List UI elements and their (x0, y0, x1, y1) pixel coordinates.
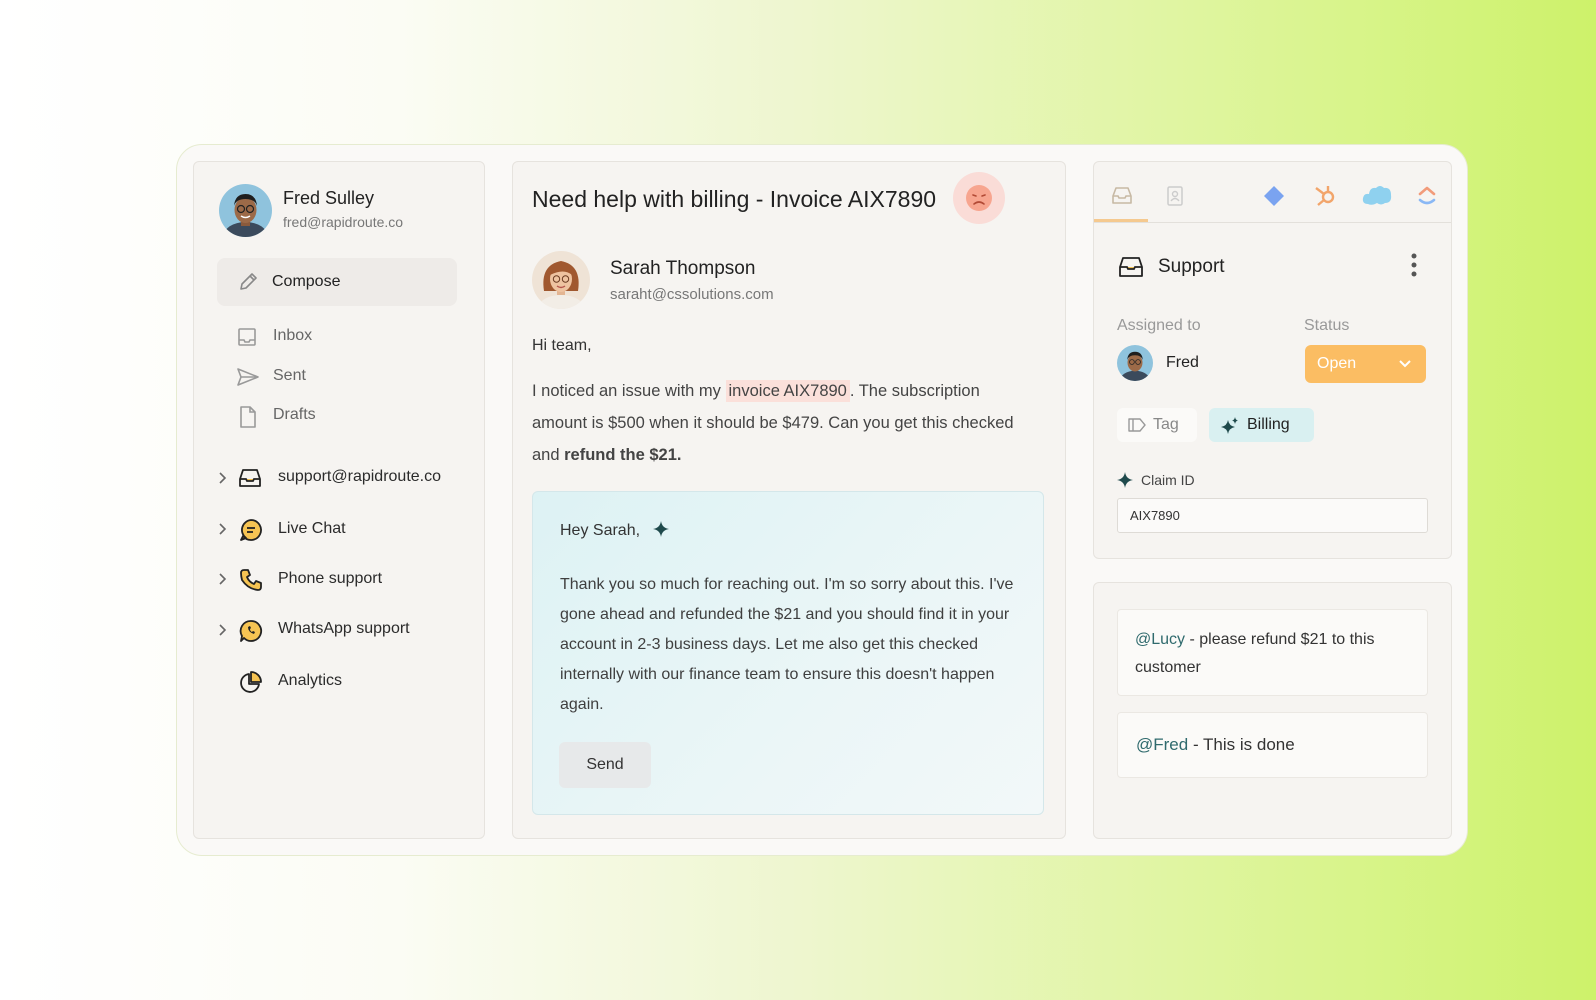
frown-face-icon (953, 172, 1005, 224)
ai-sparkle-icon (1221, 417, 1238, 434)
sidebar-item-label: Live Chat (278, 520, 346, 537)
salesforce-icon[interactable] (1362, 184, 1392, 206)
inbox-icon (238, 328, 256, 346)
email-subject: Need help with billing - Invoice AIX7890 (532, 186, 937, 212)
sidebar-item-label: Inbox (273, 327, 313, 344)
compose-label: Compose (272, 273, 341, 290)
status-label: Status (1304, 317, 1350, 334)
diamond-app-icon[interactable] (1263, 185, 1285, 207)
active-tab-indicator (1094, 219, 1148, 222)
assigned-to-label: Assigned to (1117, 317, 1201, 334)
note-item[interactable]: @Lucy - please refund $21 to this custom… (1117, 609, 1428, 696)
more-options-icon[interactable] (1410, 252, 1418, 278)
sidebar-item-phone-support[interactable]: Phone support (218, 568, 468, 592)
sidebar-item-analytics[interactable]: Analytics (218, 670, 468, 694)
email-body: I noticed an issue with my invoice AIX78… (532, 375, 1022, 471)
chevron-down-icon (1399, 360, 1411, 368)
claim-id-label: Claim ID (1141, 472, 1195, 488)
sidebar-item-label: support@rapidroute.co (278, 468, 441, 485)
user-name: Fred Sulley (283, 188, 375, 208)
sender-avatar[interactable] (532, 251, 590, 309)
inbox-tray-icon (239, 469, 261, 487)
pie-chart-icon (240, 671, 262, 693)
email-body-text: I noticed an issue with my (532, 382, 726, 400)
tag-label: Tag (1153, 416, 1179, 433)
whatsapp-icon (239, 620, 263, 642)
chevron-right-icon[interactable] (218, 624, 228, 636)
note-text: @Fred - This is done (1136, 731, 1416, 759)
chevron-right-icon[interactable] (218, 573, 228, 585)
send-icon (237, 368, 259, 386)
sidebar-item-label: Phone support (278, 570, 383, 587)
status-dropdown[interactable]: Open (1305, 345, 1426, 383)
ai-sparkle-icon (652, 521, 669, 537)
assignee-name[interactable]: Fred (1166, 354, 1199, 372)
reply-body[interactable]: Thank you so much for reaching out. I'm … (560, 570, 1030, 720)
tag-button[interactable]: Tag (1117, 408, 1197, 442)
inbox-tray-icon (1119, 257, 1143, 277)
reply-draft[interactable]: Hey Sarah, Thank you so much for reachin… (532, 491, 1044, 815)
sidebar-item-support-inbox[interactable]: support@rapidroute.co (218, 467, 468, 491)
claim-id-field[interactable] (1117, 498, 1428, 533)
sidebar-item-label: WhatsApp support (278, 620, 410, 637)
compose-button[interactable]: Compose (217, 258, 457, 306)
chevron-right-icon[interactable] (218, 523, 228, 535)
file-icon (240, 406, 256, 428)
email-body-bold: refund the $21. (564, 446, 682, 464)
hubspot-icon[interactable] (1313, 183, 1337, 207)
note-mention[interactable]: @Fred (1136, 735, 1188, 754)
assignee-avatar[interactable] (1117, 345, 1153, 381)
note-message: - This is done (1188, 735, 1295, 754)
sidebar-item-label: Sent (273, 367, 306, 384)
tag-icon (1128, 418, 1146, 432)
sidebar-item-inbox[interactable]: Inbox (237, 327, 437, 349)
highlighted-invoice: invoice AIX7890 (725, 380, 850, 402)
note-mention[interactable]: @Lucy (1135, 631, 1185, 648)
sidebar-item-label: Analytics (278, 672, 343, 689)
status-value: Open (1317, 355, 1357, 372)
sidebar-item-drafts[interactable]: Drafts (237, 406, 437, 428)
reply-greeting-text: Hey Sarah, (560, 522, 641, 539)
send-button[interactable]: Send (559, 742, 651, 788)
chevron-right-icon[interactable] (218, 472, 228, 484)
user-email: fred@rapidroute.co (283, 214, 404, 230)
contact-tab-icon[interactable] (1166, 186, 1184, 206)
reply-greeting: Hey Sarah, (560, 521, 669, 540)
section-title: Support (1158, 256, 1225, 277)
sidebar-item-live-chat[interactable]: Live Chat (218, 518, 468, 542)
sender-name: Sarah Thompson (610, 258, 756, 279)
inbox-tab-icon[interactable] (1111, 186, 1133, 206)
billing-tag[interactable]: Billing (1209, 408, 1314, 442)
sidebar-item-whatsapp-support[interactable]: WhatsApp support (218, 619, 468, 643)
sidebar-item-sent[interactable]: Sent (237, 367, 437, 389)
note-item[interactable]: @Fred - This is done (1117, 712, 1428, 778)
pencil-icon (240, 273, 257, 290)
ai-sparkle-icon (1117, 472, 1133, 488)
billing-label: Billing (1247, 416, 1290, 433)
phone-icon (240, 569, 262, 591)
user-avatar[interactable] (219, 184, 272, 237)
email-greeting: Hi team, (532, 337, 592, 354)
note-text: @Lucy - please refund $21 to this custom… (1135, 626, 1395, 682)
tab-divider (1094, 222, 1451, 223)
sidebar-item-label: Drafts (273, 406, 316, 423)
sender-email: saraht@cssolutions.com (610, 286, 774, 303)
clickup-icon[interactable] (1418, 186, 1436, 206)
chat-icon (240, 519, 262, 541)
